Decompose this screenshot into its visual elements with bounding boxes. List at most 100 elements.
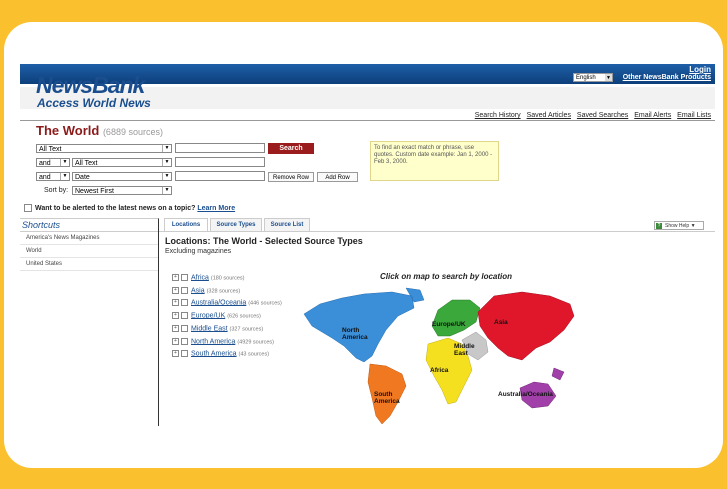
field-select-1[interactable]: All Text ▼ xyxy=(36,144,172,153)
region-item[interactable]: + Africa (180 sources) xyxy=(172,274,245,281)
chevron-down-icon: ▼ xyxy=(605,74,612,81)
link-email-lists[interactable]: Email Lists xyxy=(677,112,711,119)
field-select-3-value: Date xyxy=(75,174,90,181)
region-count: (327 sources) xyxy=(229,326,264,333)
map-label-oceania: Australia/Oceania xyxy=(498,391,553,398)
help-icon: ? xyxy=(656,223,662,229)
show-help-button[interactable]: ? Show Help ▼ xyxy=(654,221,704,230)
region-item[interactable]: + North America (4929 sources) xyxy=(172,338,274,345)
region-link[interactable]: Middle East xyxy=(191,325,228,332)
link-email-alerts[interactable]: Email Alerts xyxy=(634,112,671,119)
learn-more-link[interactable]: Learn More xyxy=(197,205,235,212)
shortcut-item[interactable]: World xyxy=(20,245,158,258)
search-button[interactable]: Search xyxy=(268,143,314,154)
search-input-1[interactable] xyxy=(175,143,265,153)
page-title-text: The World xyxy=(36,123,100,138)
region-checkbox[interactable] xyxy=(181,299,188,306)
source-count: (6889 sources) xyxy=(102,127,163,137)
field-select-2-value: All Text xyxy=(75,160,98,167)
login-link[interactable]: Login xyxy=(689,65,711,74)
field-select-2[interactable]: All Text ▼ xyxy=(72,158,172,167)
map-label-europe: Europe/UK xyxy=(432,321,466,328)
link-saved-searches[interactable]: Saved Searches xyxy=(577,112,628,119)
expand-icon[interactable]: + xyxy=(172,299,179,306)
shortcut-item[interactable]: America's News Magazines xyxy=(20,232,158,245)
region-count: (180 sources) xyxy=(210,275,245,282)
shortcut-item[interactable]: United States xyxy=(20,258,158,271)
locations-subtitle: Excluding magazines xyxy=(165,248,232,255)
tagline: Access World News xyxy=(37,96,151,110)
region-checkbox[interactable] xyxy=(181,287,188,294)
add-row-button[interactable]: Add Row xyxy=(317,172,358,182)
region-count: (4929 sources) xyxy=(237,339,274,346)
search-input-3[interactable] xyxy=(175,171,265,181)
region-link[interactable]: Asia xyxy=(191,287,205,294)
region-link[interactable]: Europe/UK xyxy=(191,312,225,319)
chevron-down-icon: ▼ xyxy=(162,159,171,166)
sort-value: Newest First xyxy=(75,188,114,195)
region-link[interactable]: South America xyxy=(191,350,237,357)
operator-select-2[interactable]: and ▼ xyxy=(36,158,70,167)
region-item[interactable]: + Middle East (327 sources) xyxy=(172,325,263,332)
map-region-asia[interactable] xyxy=(477,291,575,361)
language-value: English xyxy=(576,75,596,81)
expand-icon[interactable]: + xyxy=(172,274,179,281)
show-help-label: Show Help xyxy=(665,223,690,229)
map-label-asia: Asia xyxy=(494,319,508,326)
expand-icon[interactable]: + xyxy=(172,325,179,332)
region-checkbox[interactable] xyxy=(181,325,188,332)
map-region-north-america[interactable] xyxy=(303,287,425,363)
locations-title: Locations: The World - Selected Source T… xyxy=(165,236,363,246)
region-link[interactable]: Australia/Oceania xyxy=(191,299,246,306)
link-search-history[interactable]: Search History xyxy=(475,112,521,119)
map-region-oceania[interactable] xyxy=(519,367,565,409)
tab-source-types[interactable]: Source Types xyxy=(210,218,262,231)
logo-mark: ® xyxy=(144,72,149,79)
remove-row-button[interactable]: Remove Row xyxy=(268,172,314,182)
chevron-down-icon: ▼ xyxy=(60,159,69,166)
region-item[interactable]: + Australia/Oceania (446 sources) xyxy=(172,299,282,306)
world-map[interactable]: North America South America Europe/UK Afri… xyxy=(302,286,577,426)
chevron-down-icon: ▼ xyxy=(162,145,171,152)
sort-label: Sort by: xyxy=(44,187,69,194)
region-checkbox[interactable] xyxy=(181,338,188,345)
sort-select[interactable]: Newest First ▼ xyxy=(72,186,172,195)
region-link[interactable]: North America xyxy=(191,338,235,345)
page-title: The World (6889 sources) xyxy=(36,123,163,138)
operator-3-value: and xyxy=(39,174,51,181)
region-checkbox[interactable] xyxy=(181,312,188,319)
expand-icon[interactable]: + xyxy=(172,338,179,345)
region-item[interactable]: + Asia (328 sources) xyxy=(172,287,240,294)
region-count: (43 sources) xyxy=(238,351,270,358)
region-checkbox[interactable] xyxy=(181,350,188,357)
search-hint: To find an exact match or phrase, use qu… xyxy=(370,141,499,181)
other-products-link[interactable]: Other NewsBank Products xyxy=(623,74,711,81)
account-links: Search History Saved Articles Saved Sear… xyxy=(471,112,711,119)
map-prompt: Click on map to search by location xyxy=(380,272,513,281)
region-checkbox[interactable] xyxy=(181,274,188,281)
language-select[interactable]: English ▼ xyxy=(573,73,613,82)
region-item[interactable]: + South America (43 sources) xyxy=(172,350,269,357)
region-item[interactable]: + Europe/UK (626 sources) xyxy=(172,312,261,319)
search-input-2[interactable] xyxy=(175,157,265,167)
tab-locations[interactable]: Locations xyxy=(164,218,208,231)
tab-source-list[interactable]: Source List xyxy=(264,218,310,231)
expand-icon[interactable]: + xyxy=(172,287,179,294)
mail-icon xyxy=(24,204,32,212)
divider xyxy=(20,120,715,121)
operator-select-3[interactable]: and ▼ xyxy=(36,172,70,181)
shortcuts-sidebar: Shortcuts America's News Magazines World… xyxy=(20,218,159,426)
map-region-europe[interactable] xyxy=(431,299,481,337)
chevron-down-icon: ▼ xyxy=(162,173,171,180)
map-label-africa: Africa xyxy=(430,367,449,374)
expand-icon[interactable]: + xyxy=(172,312,179,319)
region-count: (328 sources) xyxy=(206,288,241,295)
chevron-down-icon: ▼ xyxy=(162,187,171,194)
field-select-3[interactable]: Date ▼ xyxy=(72,172,172,181)
shortcuts-title: Shortcuts xyxy=(20,219,158,232)
region-link[interactable]: Africa xyxy=(191,274,209,281)
newsbank-logo[interactable]: NewsBank® xyxy=(36,72,150,99)
link-saved-articles[interactable]: Saved Articles xyxy=(527,112,571,119)
logo-text: NewsBank xyxy=(36,72,145,98)
expand-icon[interactable]: + xyxy=(172,350,179,357)
